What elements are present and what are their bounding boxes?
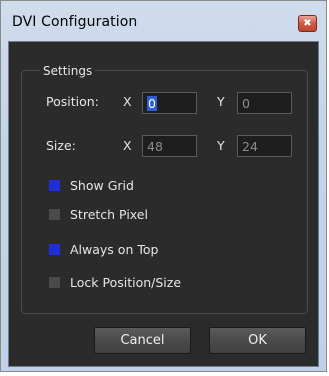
position-x-value: 0 bbox=[147, 96, 157, 111]
position-y-input[interactable]: 0 bbox=[237, 92, 292, 114]
position-x-label: X bbox=[123, 94, 132, 109]
size-x-label: X bbox=[123, 138, 132, 153]
page-background bbox=[0, 372, 329, 376]
always-on-top-label: Always on Top bbox=[70, 242, 159, 257]
position-x-input[interactable]: 0 bbox=[142, 92, 197, 114]
show-grid-label: Show Grid bbox=[70, 178, 134, 193]
stretch-pixel-label: Stretch Pixel bbox=[70, 207, 148, 222]
cancel-button[interactable]: Cancel bbox=[94, 327, 191, 354]
position-y-label: Y bbox=[217, 94, 225, 109]
close-icon: ✖ bbox=[303, 17, 312, 29]
close-button[interactable]: ✖ bbox=[298, 15, 317, 32]
always-on-top-checkbox[interactable] bbox=[48, 243, 61, 256]
position-label: Position: bbox=[46, 94, 99, 109]
show-grid-checkbox[interactable] bbox=[48, 179, 61, 192]
size-label: Size: bbox=[46, 138, 76, 153]
size-y-input[interactable]: 24 bbox=[237, 135, 292, 157]
lock-position-size-label: Lock Position/Size bbox=[70, 275, 182, 290]
title-bar[interactable]: DVI Configuration ✖ bbox=[1, 1, 326, 41]
settings-group-label: Settings bbox=[40, 64, 96, 78]
size-x-input[interactable]: 48 bbox=[142, 135, 197, 157]
window-title: DVI Configuration bbox=[12, 14, 138, 30]
lock-position-size-checkbox[interactable] bbox=[48, 276, 61, 289]
size-y-label: Y bbox=[217, 138, 225, 153]
ok-button[interactable]: OK bbox=[209, 327, 306, 354]
stretch-pixel-checkbox[interactable] bbox=[48, 208, 61, 221]
